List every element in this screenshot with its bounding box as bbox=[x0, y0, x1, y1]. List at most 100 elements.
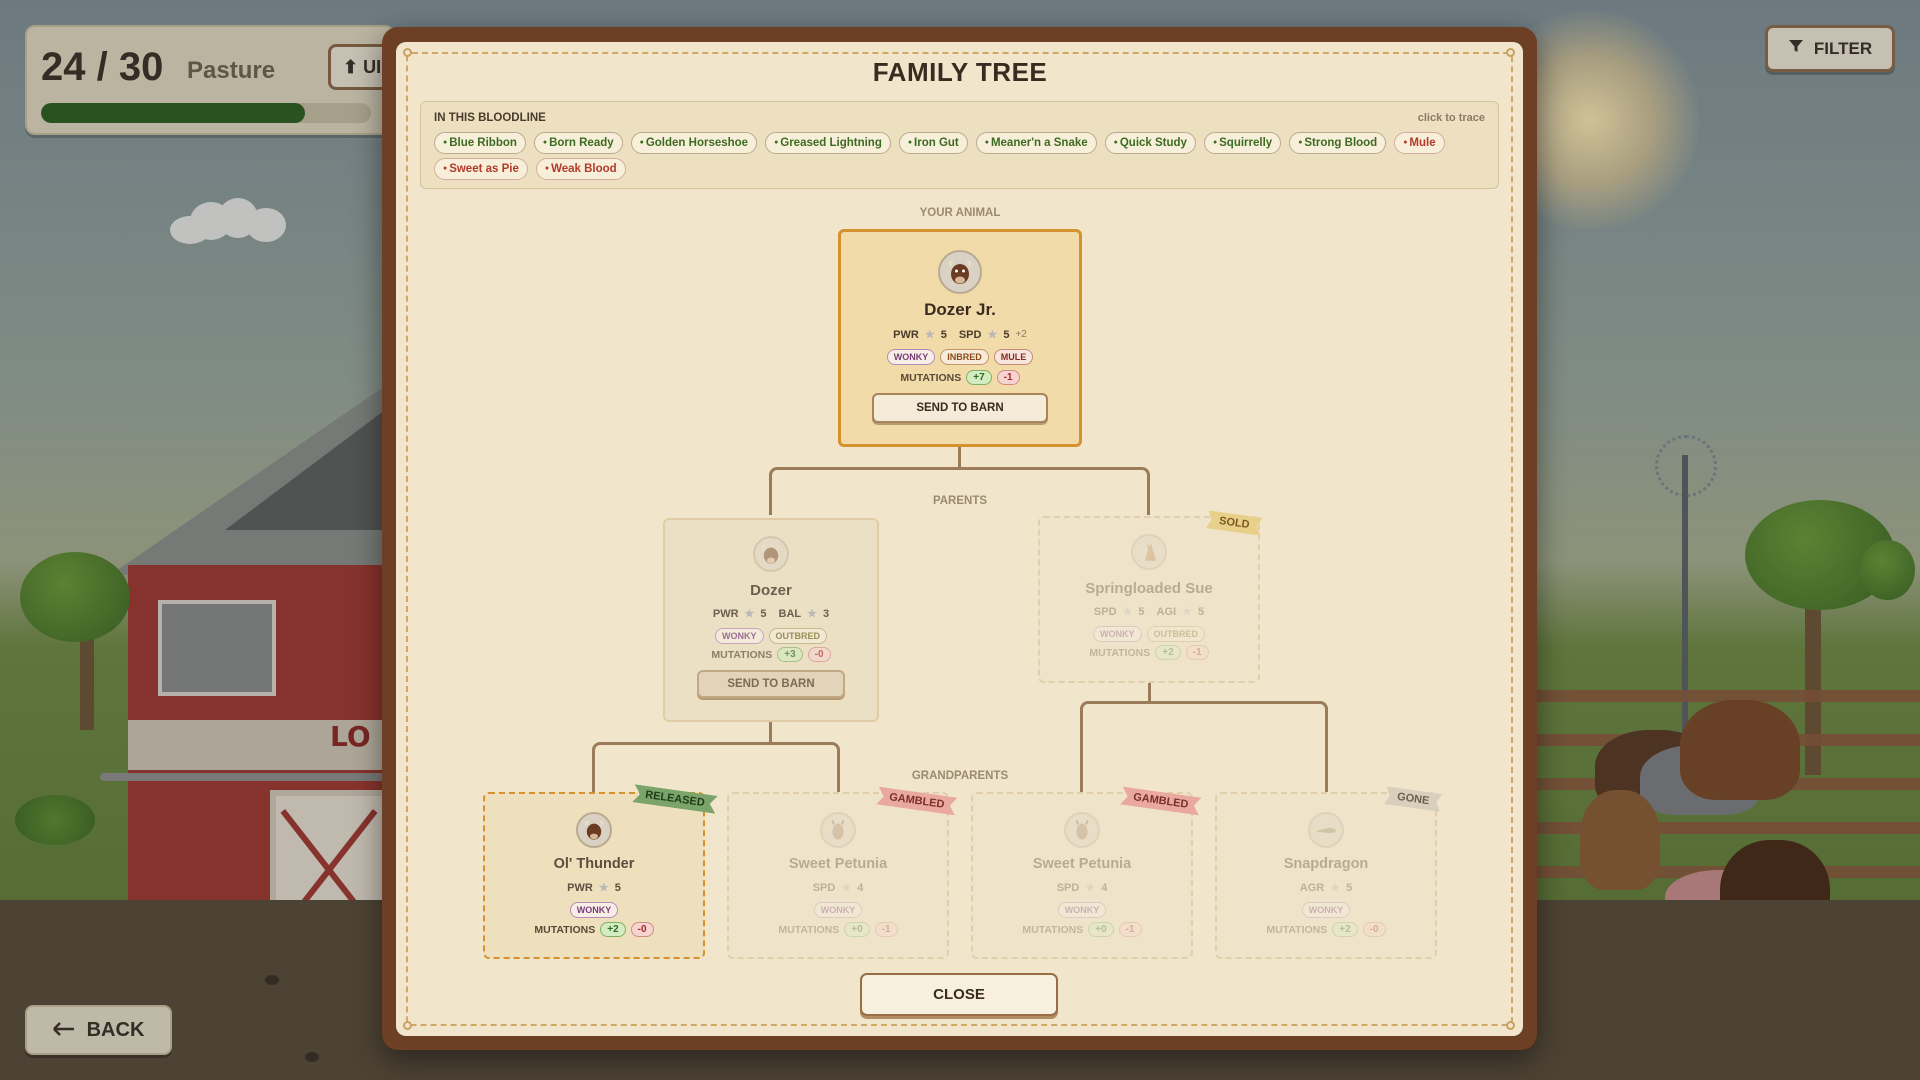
mutation-positive: +2 bbox=[600, 922, 626, 937]
stat-label: PWR bbox=[567, 881, 593, 894]
trait-chip[interactable]: Greased Lightning bbox=[765, 132, 891, 154]
parent-badges: WONKY OUTBRED bbox=[1040, 626, 1258, 642]
modal-title: FAMILY TREE bbox=[872, 57, 1048, 87]
badge-wonky: WONKY bbox=[715, 628, 764, 644]
corner-rivet bbox=[1506, 48, 1515, 57]
trait-chip[interactable]: Blue Ribbon bbox=[434, 132, 526, 154]
kangaroo-icon bbox=[1131, 534, 1167, 570]
trait-chip[interactable]: Mule bbox=[1394, 132, 1445, 154]
star-icon: ★ bbox=[1182, 606, 1192, 618]
tree-connector bbox=[958, 447, 961, 467]
tree-connector bbox=[1148, 683, 1151, 703]
parent-badges: WONKY OUTBRED bbox=[665, 628, 877, 644]
star-icon: ★ bbox=[744, 608, 755, 620]
corner-rivet bbox=[403, 1021, 412, 1030]
parents-label: PARENTS bbox=[932, 495, 988, 507]
stat-label: SPD bbox=[958, 328, 982, 341]
mutations-row: MUTATIONS +7 -1 bbox=[841, 370, 1079, 385]
stat-value: 5 bbox=[614, 881, 621, 894]
tree-connector bbox=[769, 467, 1150, 515]
your-animal-card[interactable]: Dozer Jr. PWR ★ 5 SPD ★ 5 +2 WONKY INBRED MU… bbox=[838, 229, 1082, 447]
trait-chip[interactable]: Sweet as Pie bbox=[434, 158, 528, 180]
trait-chip[interactable]: Meaner'n a Snake bbox=[975, 132, 1097, 154]
trait-chip[interactable]: Quick Study bbox=[1104, 132, 1196, 154]
trait-chip[interactable]: Weak Blood bbox=[535, 158, 626, 180]
star-icon: ★ bbox=[924, 329, 935, 341]
star-icon: ★ bbox=[841, 882, 852, 894]
mutation-negative: -0 bbox=[630, 922, 654, 937]
mutation-positive: +2 bbox=[1155, 645, 1181, 660]
bull-icon bbox=[938, 250, 982, 294]
star-icon: ★ bbox=[987, 329, 998, 341]
mutation-positive: +0 bbox=[1088, 922, 1114, 937]
mutations-label: MUTATIONS bbox=[711, 648, 773, 661]
stat-label: AGR bbox=[1299, 881, 1325, 894]
badge-outbred: OUTBRED bbox=[1146, 626, 1205, 642]
mutation-positive: +2 bbox=[1332, 922, 1358, 937]
mutations-row: MUTATIONS +3 -0 bbox=[665, 647, 877, 662]
trait-chip[interactable]: Golden Horseshoe bbox=[630, 132, 758, 154]
grandparent-name: Ol' Thunder bbox=[553, 856, 635, 872]
star-icon: ★ bbox=[1330, 882, 1341, 894]
grandparent-badges: WONKY bbox=[729, 902, 947, 918]
badge-wonky: WONKY bbox=[813, 902, 863, 918]
animal-name: Dozer Jr. bbox=[924, 300, 996, 319]
goat-icon bbox=[820, 812, 856, 848]
grandparent-badges: WONKY bbox=[485, 902, 703, 918]
your-animal-label: YOUR ANIMAL bbox=[919, 207, 1001, 219]
mutation-positive: +7 bbox=[966, 370, 992, 385]
stat-label: PWR bbox=[712, 607, 739, 620]
parent-name: Springloaded Sue bbox=[1085, 580, 1213, 597]
stat-label: AGI bbox=[1156, 605, 1177, 618]
grandparent-card-snapdragon[interactable]: Snapdragon AGR ★ 5 WONKY MUTATIONS +2 -0 G… bbox=[1215, 792, 1437, 959]
bloodline-panel: IN THIS BLOODLINE click to trace Blue Ri… bbox=[420, 101, 1499, 189]
stat-value: 5 bbox=[1003, 328, 1010, 341]
grandparents-label: GRANDPARENTS bbox=[911, 770, 1009, 782]
stat-label: SPD bbox=[1056, 881, 1080, 894]
badge-wonky: WONKY bbox=[569, 902, 619, 918]
grandparent-badges: WONKY bbox=[1217, 902, 1435, 918]
bloodline-hint: click to trace bbox=[1417, 112, 1485, 124]
send-to-barn-button[interactable]: SEND TO BARN bbox=[872, 393, 1048, 423]
trait-chip[interactable]: Squirrelly bbox=[1203, 132, 1282, 154]
mutations-label: MUTATIONS bbox=[1022, 923, 1084, 936]
grandparent-card-sweet-petunia[interactable]: Sweet Petunia SPD ★ 4 WONKY MUTATIONS +0 -… bbox=[727, 792, 949, 959]
mutations-label: MUTATIONS bbox=[1089, 646, 1151, 659]
grandparent-card-ol-thunder[interactable]: Ol' Thunder PWR ★ 5 WONKY MUTATIONS +2 -0 … bbox=[483, 792, 705, 959]
badge-inbred: INBRED bbox=[940, 349, 989, 365]
corner-rivet bbox=[403, 48, 412, 57]
grandparent-stats: SPD ★ 4 bbox=[973, 881, 1191, 895]
badge-wonky: WONKY bbox=[1301, 902, 1351, 918]
grandparent-stats: SPD ★ 4 bbox=[729, 881, 947, 895]
animal-stats: PWR ★ 5 SPD ★ 5 +2 bbox=[841, 328, 1079, 342]
grandparent-name: Sweet Petunia bbox=[788, 856, 888, 872]
parent-card-springloaded-sue[interactable]: Springloaded Sue SPD ★ 5 AGI ★ 5 WONKY OUTBR… bbox=[1038, 516, 1260, 683]
mutations-label: MUTATIONS bbox=[778, 923, 840, 936]
mutation-negative: -1 bbox=[996, 370, 1020, 385]
trait-chip[interactable]: Strong Blood bbox=[1289, 132, 1387, 154]
tree-connector bbox=[769, 722, 772, 744]
bloodline-title: IN THIS BLOODLINE bbox=[434, 112, 546, 124]
parent-stats: PWR ★ 5 BAL ★ 3 bbox=[665, 607, 877, 621]
mutations-label: MUTATIONS bbox=[900, 371, 962, 384]
parent-card-dozer[interactable]: Dozer PWR ★ 5 BAL ★ 3 WONKY OUTBRED MUTATION… bbox=[663, 518, 879, 722]
star-icon: ★ bbox=[807, 608, 818, 620]
close-button[interactable]: CLOSE bbox=[860, 973, 1058, 1016]
badge-mule: MULE bbox=[993, 349, 1034, 365]
trait-chip[interactable]: Born Ready bbox=[533, 132, 623, 154]
mutations-label: MUTATIONS bbox=[534, 923, 596, 936]
alligator-icon bbox=[1308, 812, 1344, 848]
stat-value: 5 bbox=[940, 328, 947, 341]
grandparent-card-sweet-petunia[interactable]: Sweet Petunia SPD ★ 4 WONKY MUTATIONS +0 -… bbox=[971, 792, 1193, 959]
mutations-row: MUTATIONS +2 -0 bbox=[485, 922, 703, 937]
mutation-positive: +0 bbox=[844, 922, 870, 937]
stat-value: 5 bbox=[1346, 881, 1353, 894]
mutation-negative: -1 bbox=[1185, 645, 1209, 660]
trait-chip[interactable]: Iron Gut bbox=[898, 132, 968, 154]
grandparent-stats: AGR ★ 5 bbox=[1217, 881, 1435, 895]
mutation-positive: +3 bbox=[777, 647, 803, 662]
grandparent-stats: PWR ★ 5 bbox=[485, 881, 703, 895]
send-to-barn-button[interactable]: SEND TO BARN bbox=[697, 670, 845, 698]
mutation-negative: -0 bbox=[807, 647, 831, 662]
stat-value: 5 bbox=[1197, 605, 1205, 618]
